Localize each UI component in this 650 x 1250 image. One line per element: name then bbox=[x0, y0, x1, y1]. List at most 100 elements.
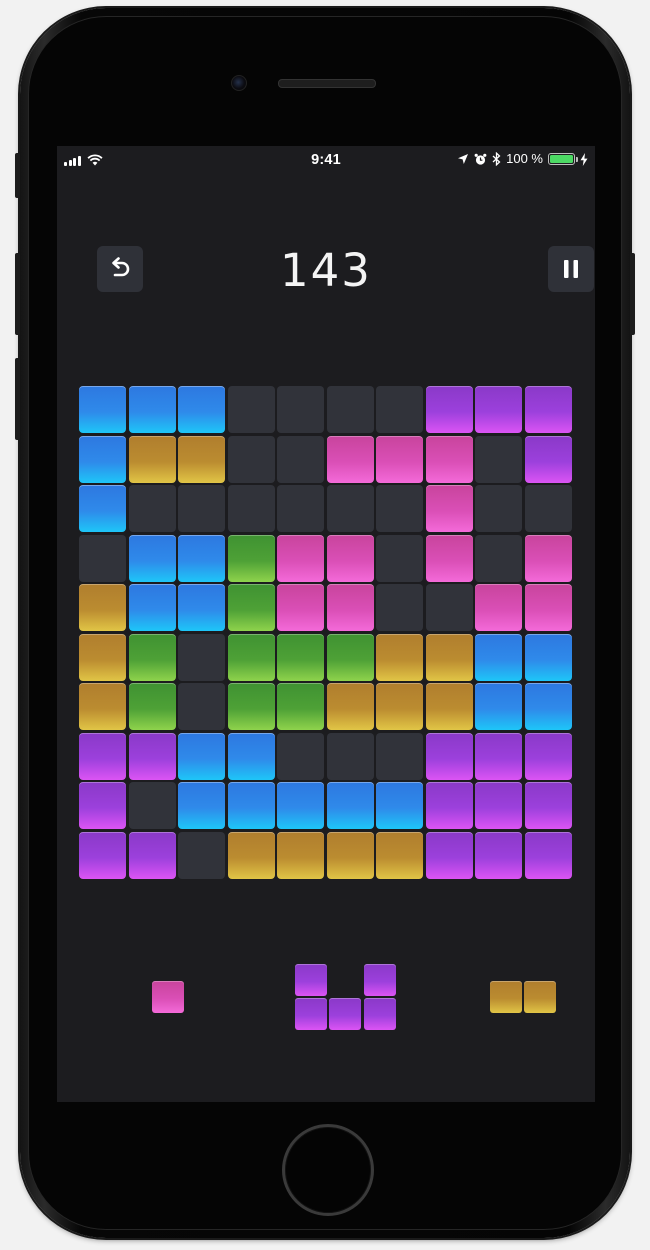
board-cell-blue[interactable] bbox=[79, 485, 126, 532]
board-cell-purple[interactable] bbox=[425, 782, 473, 829]
board-cell-empty[interactable] bbox=[178, 485, 225, 532]
board-cell-blue[interactable] bbox=[178, 534, 225, 582]
board-cell-blue[interactable] bbox=[326, 782, 374, 829]
board-cell-green[interactable] bbox=[227, 534, 275, 582]
tray-piece-2[interactable] bbox=[294, 963, 396, 1031]
board-cell-gold[interactable] bbox=[425, 683, 473, 730]
board-cell-pink[interactable] bbox=[425, 485, 473, 532]
board-cell-green[interactable] bbox=[227, 584, 275, 631]
board-cell-pink[interactable] bbox=[425, 534, 473, 582]
board-cell-pink[interactable] bbox=[475, 584, 522, 631]
board-cell-purple[interactable] bbox=[425, 386, 473, 433]
board-cell-pink[interactable] bbox=[277, 534, 324, 582]
board-cell-gold[interactable] bbox=[425, 633, 473, 681]
board-cell-empty[interactable] bbox=[524, 485, 572, 532]
board-cell-purple[interactable] bbox=[524, 435, 572, 483]
board-cell-empty[interactable] bbox=[376, 732, 423, 780]
board-cell-pink[interactable] bbox=[524, 584, 572, 631]
board-cell-pink[interactable] bbox=[277, 584, 324, 631]
board-cell-gold[interactable] bbox=[79, 683, 126, 730]
board-cell-empty[interactable] bbox=[128, 485, 176, 532]
board-cell-purple[interactable] bbox=[524, 386, 572, 433]
board-cell-purple[interactable] bbox=[128, 732, 176, 780]
board-cell-purple[interactable] bbox=[425, 831, 473, 879]
board-cell-gold[interactable] bbox=[128, 435, 176, 483]
board-cell-empty[interactable] bbox=[475, 485, 522, 532]
board-cell-gold[interactable] bbox=[376, 633, 423, 681]
board-cell-empty[interactable] bbox=[376, 485, 423, 532]
board-cell-pink[interactable] bbox=[326, 435, 374, 483]
board-cell-blue[interactable] bbox=[524, 633, 572, 681]
board-cell-green[interactable] bbox=[128, 633, 176, 681]
board-cell-gold[interactable] bbox=[79, 584, 126, 631]
board-cell-blue[interactable] bbox=[475, 683, 522, 730]
board-cell-empty[interactable] bbox=[128, 782, 176, 829]
board-cell-empty[interactable] bbox=[277, 386, 324, 433]
board-cell-green[interactable] bbox=[227, 683, 275, 730]
board-cell-green[interactable] bbox=[227, 633, 275, 681]
board-cell-gold[interactable] bbox=[376, 683, 423, 730]
board-cell-purple[interactable] bbox=[475, 732, 522, 780]
board-cell-gold[interactable] bbox=[79, 633, 126, 681]
board-cell-blue[interactable] bbox=[524, 683, 572, 730]
board-cell-pink[interactable] bbox=[326, 584, 374, 631]
board-cell-blue[interactable] bbox=[79, 435, 126, 483]
board-cell-empty[interactable] bbox=[376, 534, 423, 582]
board-cell-empty[interactable] bbox=[178, 633, 225, 681]
board-cell-empty[interactable] bbox=[227, 386, 275, 433]
board-cell-blue[interactable] bbox=[227, 732, 275, 780]
game-board[interactable] bbox=[79, 386, 573, 880]
board-cell-purple[interactable] bbox=[524, 831, 572, 879]
board-cell-purple[interactable] bbox=[475, 386, 522, 433]
tray-piece-1[interactable] bbox=[152, 981, 184, 1013]
board-cell-empty[interactable] bbox=[277, 435, 324, 483]
board-cell-pink[interactable] bbox=[425, 435, 473, 483]
board-cell-purple[interactable] bbox=[79, 782, 126, 829]
board-cell-green[interactable] bbox=[326, 633, 374, 681]
board-cell-purple[interactable] bbox=[475, 831, 522, 879]
board-cell-empty[interactable] bbox=[475, 435, 522, 483]
board-cell-gold[interactable] bbox=[178, 435, 225, 483]
tray-piece-3[interactable] bbox=[489, 981, 557, 1013]
board-cell-blue[interactable] bbox=[227, 782, 275, 829]
board-cell-empty[interactable] bbox=[376, 584, 423, 631]
board-cell-blue[interactable] bbox=[178, 584, 225, 631]
board-cell-pink[interactable] bbox=[376, 435, 423, 483]
board-cell-empty[interactable] bbox=[227, 485, 275, 532]
board-cell-empty[interactable] bbox=[178, 683, 225, 730]
board-cell-empty[interactable] bbox=[475, 534, 522, 582]
board-cell-pink[interactable] bbox=[524, 534, 572, 582]
board-cell-blue[interactable] bbox=[178, 386, 225, 433]
board-cell-purple[interactable] bbox=[475, 782, 522, 829]
board-cell-gold[interactable] bbox=[376, 831, 423, 879]
board-cell-empty[interactable] bbox=[326, 485, 374, 532]
board-cell-empty[interactable] bbox=[178, 831, 225, 879]
board-cell-empty[interactable] bbox=[425, 584, 473, 631]
board-cell-gold[interactable] bbox=[227, 831, 275, 879]
board-cell-blue[interactable] bbox=[178, 732, 225, 780]
board-cell-blue[interactable] bbox=[128, 386, 176, 433]
board-cell-blue[interactable] bbox=[376, 782, 423, 829]
board-cell-pink[interactable] bbox=[326, 534, 374, 582]
board-cell-blue[interactable] bbox=[128, 584, 176, 631]
board-cell-gold[interactable] bbox=[326, 831, 374, 879]
board-cell-blue[interactable] bbox=[128, 534, 176, 582]
board-cell-gold[interactable] bbox=[326, 683, 374, 730]
board-cell-purple[interactable] bbox=[128, 831, 176, 879]
board-cell-empty[interactable] bbox=[277, 732, 324, 780]
pause-button[interactable] bbox=[548, 246, 594, 292]
board-cell-empty[interactable] bbox=[326, 732, 374, 780]
board-cell-green[interactable] bbox=[277, 633, 324, 681]
board-cell-blue[interactable] bbox=[178, 782, 225, 829]
board-cell-blue[interactable] bbox=[475, 633, 522, 681]
board-cell-purple[interactable] bbox=[524, 732, 572, 780]
board-cell-purple[interactable] bbox=[79, 831, 126, 879]
board-cell-green[interactable] bbox=[128, 683, 176, 730]
board-cell-empty[interactable] bbox=[376, 386, 423, 433]
board-cell-purple[interactable] bbox=[79, 732, 126, 780]
board-cell-empty[interactable] bbox=[326, 386, 374, 433]
board-cell-purple[interactable] bbox=[524, 782, 572, 829]
board-cell-purple[interactable] bbox=[425, 732, 473, 780]
board-cell-empty[interactable] bbox=[79, 534, 126, 582]
board-cell-empty[interactable] bbox=[227, 435, 275, 483]
